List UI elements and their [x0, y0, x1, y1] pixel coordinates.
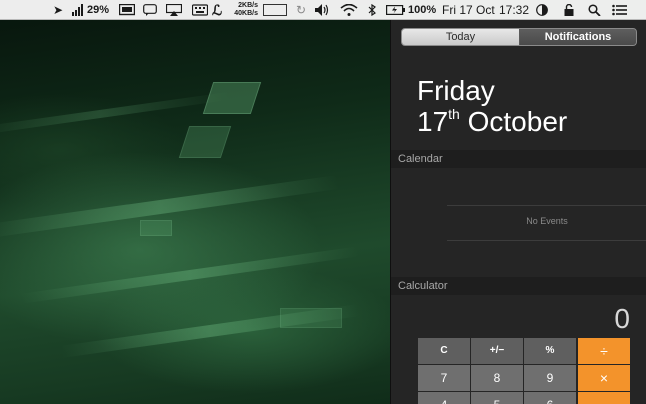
calculator-widget-header[interactable]: Calculator: [391, 277, 646, 295]
menu-bar: ➤ 29% ℒ 2KB/s 40KB/s ↻ 100% Fri 17 Oct 1…: [0, 0, 646, 20]
today-month: October: [467, 106, 568, 137]
today-notifications-segmented-control: Today Notifications: [401, 28, 637, 46]
calc-key-8[interactable]: 8: [471, 365, 523, 391]
battery-icon[interactable]: [386, 0, 406, 20]
calc-key-6[interactable]: 6: [524, 392, 576, 404]
wallpaper-streak: [20, 246, 360, 304]
today-day: 17: [417, 106, 449, 137]
tab-today[interactable]: Today: [402, 29, 519, 45]
wifi-icon[interactable]: [340, 0, 358, 20]
calc-key-subtract[interactable]: −: [578, 392, 630, 404]
bluetooth-icon[interactable]: [367, 0, 377, 20]
signal-bars-icon[interactable]: [72, 0, 84, 20]
calc-key-clear[interactable]: C: [418, 338, 470, 364]
today-date: Friday 17th October: [417, 75, 567, 137]
calc-key-percent[interactable]: %: [524, 338, 576, 364]
lock-icon[interactable]: [563, 0, 575, 20]
notification-center-panel: Today Notifications Friday 17th October …: [390, 20, 646, 404]
wallpaper-tile: [280, 308, 342, 328]
today-weekday: Friday: [417, 75, 495, 106]
calc-key-9[interactable]: 9: [524, 365, 576, 391]
calendar-divider: [447, 240, 646, 241]
location-arrow-icon[interactable]: ➤: [52, 0, 64, 20]
time-machine-icon[interactable]: ↻: [294, 0, 308, 20]
calc-key-multiply[interactable]: ×: [578, 365, 630, 391]
menubar-date[interactable]: Fri 17 Oct: [442, 0, 495, 20]
wallpaper-tile: [178, 126, 232, 158]
calendar-no-events: No Events: [526, 216, 568, 226]
today-day-suffix: th: [448, 106, 460, 122]
calendar-divider: [447, 205, 646, 206]
menubar-time[interactable]: 17:32: [499, 0, 529, 20]
keyboard-icon[interactable]: [191, 0, 209, 20]
calc-key-divide[interactable]: ÷: [578, 338, 630, 364]
cpu-meter[interactable]: [263, 4, 287, 16]
tab-notifications[interactable]: Notifications: [520, 29, 636, 45]
network-speed[interactable]: 2KB/s 40KB/s: [228, 2, 258, 18]
spotlight-search-icon[interactable]: [588, 0, 602, 20]
today-day-month: 17th October: [417, 106, 567, 137]
battery-percent[interactable]: 100%: [408, 0, 436, 20]
battery-percent-left[interactable]: 29%: [87, 0, 109, 20]
desktop: ➤ 29% ℒ 2KB/s 40KB/s ↻ 100% Fri 17 Oct 1…: [0, 0, 646, 404]
calculator-display: 0: [614, 303, 630, 334]
airplay-icon[interactable]: [165, 0, 183, 20]
chat-bubble-icon[interactable]: [143, 0, 157, 20]
calc-key-7[interactable]: 7: [418, 365, 470, 391]
moon-icon[interactable]: [536, 0, 550, 20]
chain-link-icon[interactable]: ℒ: [212, 0, 222, 20]
wallpaper-tile: [202, 82, 262, 114]
calendar-widget: No Events: [391, 168, 646, 254]
network-download: 40KB/s: [234, 10, 258, 17]
calendar-widget-header[interactable]: Calendar: [391, 150, 646, 168]
calc-key-5[interactable]: 5: [471, 392, 523, 404]
volume-icon[interactable]: [315, 0, 331, 20]
calc-key-4[interactable]: 4: [418, 392, 470, 404]
wallpaper-tile: [140, 220, 172, 236]
network-upload: 2KB/s: [238, 2, 258, 9]
display-mirror-icon[interactable]: [118, 0, 136, 20]
calc-key-plus-minus[interactable]: +/−: [471, 338, 523, 364]
notification-center-icon[interactable]: [612, 0, 628, 20]
